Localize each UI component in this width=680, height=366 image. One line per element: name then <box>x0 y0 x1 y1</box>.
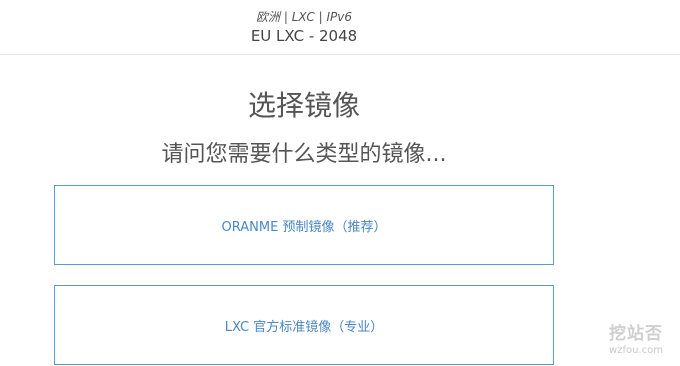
official-image-option[interactable]: LXC 官方标准镜像（专业） <box>54 285 554 365</box>
page-title: 选择镜像 <box>247 89 360 122</box>
watermark: 挖站否 wzfou.com <box>606 319 666 356</box>
page-header: 欧洲 | LXC | IPv6 EU LXC - 2048 <box>0 0 680 55</box>
plan-name: EU LXC - 2048 <box>250 27 358 45</box>
preset-image-option-label: ORANME 预制镜像（推荐） <box>221 219 387 235</box>
watermark-url: wzfou.com <box>609 345 663 356</box>
page-question: 请问您需要什么类型的镜像... <box>161 142 447 167</box>
watermark-logo: 挖站否 <box>609 324 663 344</box>
official-image-option-label: LXC 官方标准镜像（专业） <box>224 319 384 335</box>
preset-image-option[interactable]: ORANME 预制镜像（推荐） <box>54 185 554 265</box>
plan-subtitle: 欧洲 | LXC | IPv6 <box>256 10 352 24</box>
